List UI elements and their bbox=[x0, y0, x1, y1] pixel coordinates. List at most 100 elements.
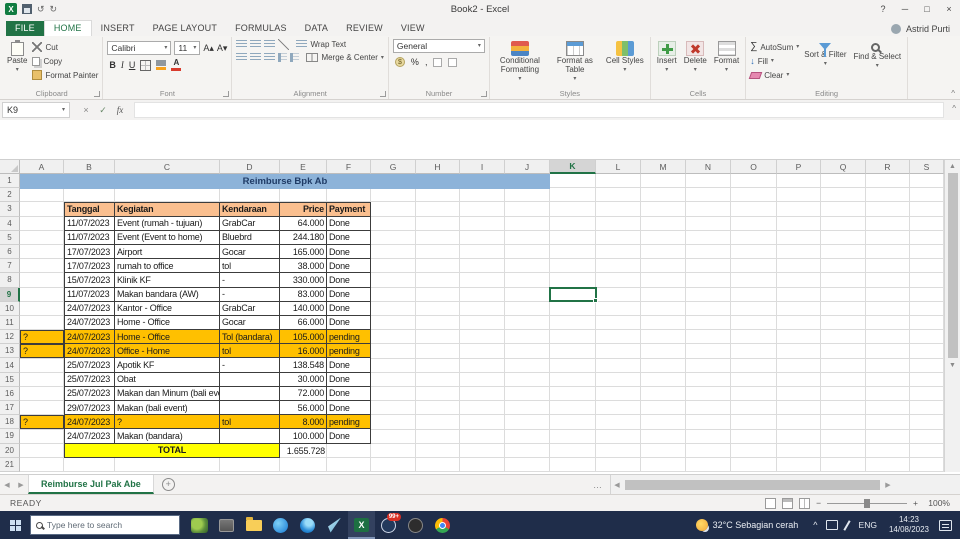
tanggal-cell[interactable]: 11/07/2023 bbox=[64, 216, 115, 231]
format-painter-button[interactable]: Format Painter bbox=[32, 69, 98, 81]
horizontal-scrollbar[interactable]: ◀ ▶ bbox=[610, 475, 960, 494]
row-header-16[interactable]: 16 bbox=[0, 386, 20, 401]
flag-cell[interactable] bbox=[20, 387, 64, 401]
sheet-tab-active[interactable]: Reimburse Jul Pak Abe bbox=[28, 475, 154, 494]
kendaraan-cell[interactable]: - bbox=[220, 358, 280, 373]
row-header-5[interactable]: 5 bbox=[0, 230, 20, 245]
start-button[interactable] bbox=[0, 511, 30, 539]
payment-cell[interactable]: Done bbox=[327, 230, 371, 245]
format-cells-button[interactable]: Format ▾ bbox=[712, 39, 741, 74]
tanggal-cell[interactable]: 11/07/2023 bbox=[64, 230, 115, 245]
taskbar-file-explorer-icon[interactable] bbox=[240, 511, 267, 539]
dialog-launcher-icon[interactable] bbox=[480, 91, 487, 97]
column-header-D[interactable]: D bbox=[220, 160, 280, 174]
cancel-entry-button[interactable]: × bbox=[78, 102, 94, 118]
row-header-3[interactable]: 3 bbox=[0, 202, 20, 217]
ribbon-tab-view[interactable]: VIEW bbox=[392, 21, 434, 36]
format-as-table-button[interactable]: Format as Table ▾ bbox=[549, 39, 601, 83]
accounting-format-icon[interactable]: $ bbox=[394, 57, 405, 67]
name-box[interactable]: K9 ▾ bbox=[2, 102, 70, 118]
kendaraan-cell[interactable]: Gocar bbox=[220, 244, 280, 260]
price-cell[interactable]: 100.000 bbox=[280, 429, 327, 444]
kendaraan-cell[interactable]: tol bbox=[220, 259, 280, 274]
merge-center-button[interactable]: Merge & Center ▾ bbox=[306, 53, 384, 62]
align-bottom-icon[interactable] bbox=[264, 40, 276, 49]
payment-cell[interactable]: pending bbox=[327, 344, 371, 359]
align-right-icon[interactable] bbox=[264, 53, 276, 62]
row-header-8[interactable]: 8 bbox=[0, 273, 20, 288]
price-cell[interactable]: 105.000 bbox=[280, 330, 327, 345]
align-top-icon[interactable] bbox=[236, 40, 248, 49]
payment-cell[interactable]: Done bbox=[327, 287, 371, 302]
header-payment[interactable]: Payment bbox=[327, 202, 371, 217]
price-cell[interactable]: 66.000 bbox=[280, 315, 327, 331]
price-cell[interactable]: 165.000 bbox=[280, 244, 327, 260]
collapse-ribbon-icon[interactable]: ^ bbox=[951, 89, 955, 98]
kegiatan-cell[interactable]: Obat bbox=[115, 372, 220, 387]
confirm-entry-button[interactable]: ✓ bbox=[95, 102, 111, 118]
tanggal-cell[interactable]: 17/07/2023 bbox=[64, 244, 115, 260]
kendaraan-cell[interactable]: tol bbox=[220, 344, 280, 359]
normal-view-icon[interactable] bbox=[765, 497, 777, 509]
price-cell[interactable]: 38.000 bbox=[280, 259, 327, 274]
flag-cell[interactable]: ? bbox=[20, 330, 64, 345]
kegiatan-cell[interactable]: Klinik KF bbox=[115, 273, 220, 288]
flag-cell[interactable] bbox=[20, 302, 64, 316]
horizontal-scrollbar-thumb[interactable] bbox=[625, 479, 880, 490]
zoom-in-button[interactable]: + bbox=[913, 498, 918, 508]
taskbar-photo-app-icon[interactable] bbox=[186, 511, 213, 539]
page-layout-view-icon[interactable] bbox=[782, 497, 794, 509]
header-kendaraan[interactable]: Kendaraan bbox=[220, 202, 280, 217]
kegiatan-cell[interactable]: Office - Home bbox=[115, 344, 220, 359]
payment-cell[interactable]: pending bbox=[327, 330, 371, 345]
kegiatan-cell[interactable]: Airport bbox=[115, 244, 220, 260]
tanggal-cell[interactable]: 24/07/2023 bbox=[64, 344, 115, 359]
sheet-nav-right-icon[interactable]: ▶ bbox=[14, 481, 28, 489]
row-header-13[interactable]: 13 bbox=[0, 344, 20, 359]
sort-filter-button[interactable]: Sort & Filter ▾ bbox=[802, 39, 848, 68]
zoom-level[interactable]: 100% bbox=[924, 498, 950, 508]
row-header-21[interactable]: 21 bbox=[0, 457, 20, 472]
ribbon-tab-insert[interactable]: INSERT bbox=[92, 21, 144, 36]
price-cell[interactable]: 138.548 bbox=[280, 358, 327, 373]
select-all-button[interactable] bbox=[0, 160, 20, 174]
payment-cell[interactable]: Done bbox=[327, 216, 371, 231]
kegiatan-cell[interactable]: Home - Office bbox=[115, 330, 220, 345]
kegiatan-cell[interactable]: Makan bandara (AW) bbox=[115, 287, 220, 302]
row-header-19[interactable]: 19 bbox=[0, 429, 20, 444]
help-button[interactable]: ? bbox=[872, 0, 894, 18]
payment-cell[interactable]: Done bbox=[327, 386, 371, 402]
taskbar-dark-app-icon[interactable] bbox=[402, 511, 429, 539]
row-header-15[interactable]: 15 bbox=[0, 372, 20, 387]
wrap-text-button[interactable]: Wrap Text bbox=[296, 40, 346, 49]
fill-button[interactable]: ↓ Fill ▾ bbox=[750, 55, 799, 67]
payment-cell[interactable]: Done bbox=[327, 259, 371, 274]
zoom-out-button[interactable]: − bbox=[816, 498, 821, 508]
flag-cell[interactable] bbox=[20, 373, 64, 387]
kegiatan-cell[interactable]: Home - Office bbox=[115, 315, 220, 331]
align-middle-icon[interactable] bbox=[250, 40, 262, 49]
flag-cell[interactable] bbox=[20, 316, 64, 330]
row-header-17[interactable]: 17 bbox=[0, 401, 20, 416]
flag-cell[interactable]: ? bbox=[20, 415, 64, 430]
ribbon-tab-home[interactable]: HOME bbox=[43, 20, 92, 36]
vertical-scrollbar-thumb[interactable] bbox=[947, 173, 958, 358]
formula-input[interactable] bbox=[134, 102, 944, 118]
column-header-H[interactable]: H bbox=[416, 160, 460, 174]
kegiatan-cell[interactable]: Makan (bali event) bbox=[115, 401, 220, 416]
row-header-14[interactable]: 14 bbox=[0, 358, 20, 373]
flag-cell[interactable] bbox=[20, 245, 64, 259]
fill-handle[interactable] bbox=[593, 298, 598, 303]
kendaraan-cell[interactable] bbox=[220, 386, 280, 402]
account-info[interactable]: Astrid Purti bbox=[890, 24, 960, 36]
italic-button[interactable]: I bbox=[121, 60, 124, 70]
formula-bar-collapse-icon[interactable]: ^ bbox=[952, 104, 956, 113]
tanggal-cell[interactable]: 11/07/2023 bbox=[64, 287, 115, 302]
payment-cell[interactable]: Done bbox=[327, 315, 371, 331]
kegiatan-cell[interactable]: ? bbox=[115, 415, 220, 430]
font-size-select[interactable]: 11 ▾ bbox=[174, 41, 201, 55]
flag-cell[interactable] bbox=[20, 231, 64, 245]
row-header-20[interactable]: 20 bbox=[0, 443, 20, 458]
column-header-O[interactable]: O bbox=[731, 160, 777, 174]
row-header-12[interactable]: 12 bbox=[0, 330, 20, 345]
